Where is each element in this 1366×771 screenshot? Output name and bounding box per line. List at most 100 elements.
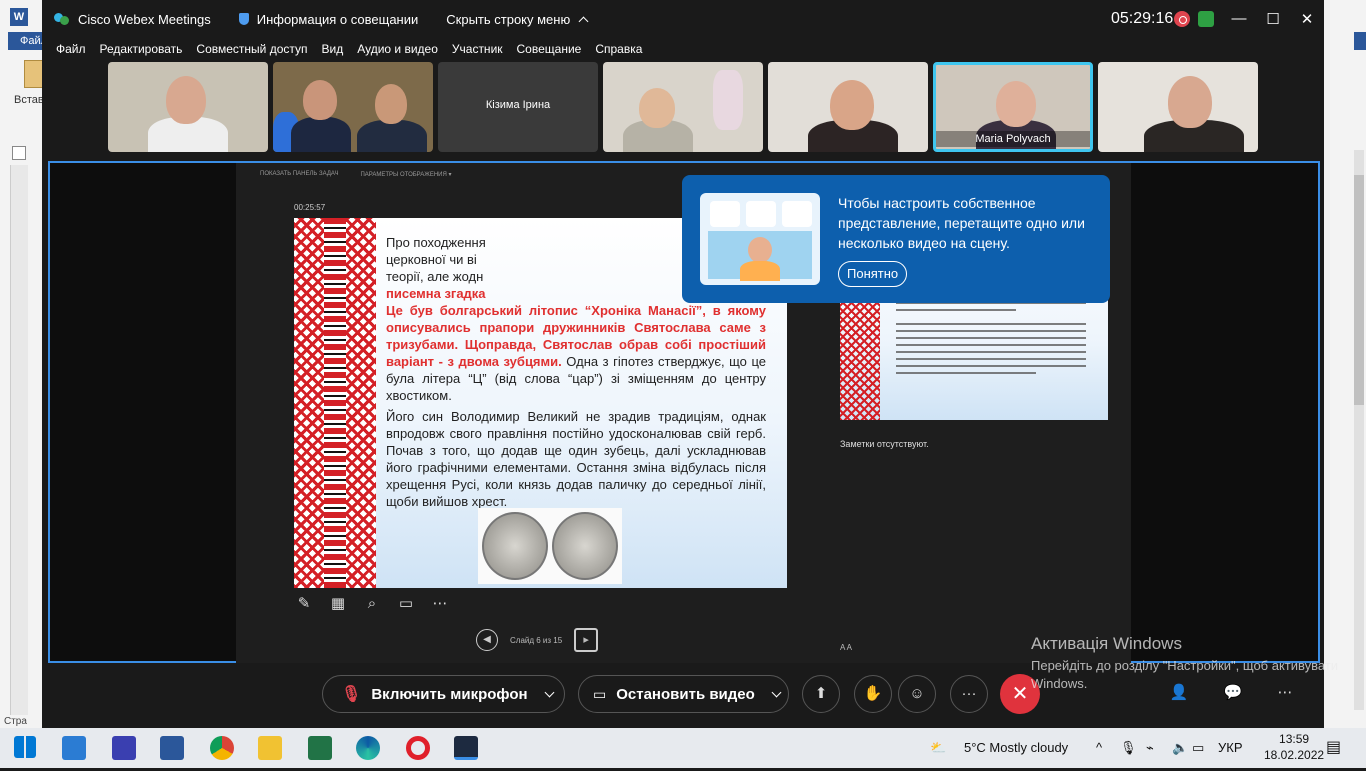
hide-menu-label: Скрыть строку меню [446, 11, 571, 27]
slides-grid-icon[interactable]: ▦ [328, 595, 348, 613]
slide-counter: Слайд 6 из 15 [510, 635, 563, 645]
menu-edit[interactable]: Редактировать [100, 38, 183, 60]
weather-text[interactable]: 5°C Mostly cloudy [964, 728, 1068, 768]
excel-icon[interactable] [308, 736, 332, 760]
meeting-info-label: Информация о совещании [256, 11, 419, 27]
windows-start-icon[interactable] [14, 736, 36, 758]
chevron-up-icon [578, 16, 589, 26]
menu-participant[interactable]: Участник [452, 38, 503, 60]
word-app-icon[interactable] [160, 736, 184, 760]
edge-icon[interactable] [356, 736, 380, 760]
language-indicator[interactable]: УКР [1218, 728, 1243, 768]
meeting-info-button[interactable]: Информация о совещании [238, 11, 419, 27]
menu-share[interactable]: Совместный доступ [196, 38, 307, 60]
next-slide-button[interactable]: ▸ [574, 628, 599, 652]
webex-window: Cisco Webex Meetings Информация о совеща… [42, 0, 1324, 728]
menu-audio-video[interactable]: Аудио и видео [357, 38, 438, 60]
display-settings-button[interactable]: ПАРАМЕТРЫ ОТОБРАЖЕНИЯ ▾ [360, 171, 451, 178]
ribbon-collapse[interactable] [1354, 32, 1366, 50]
video-button[interactable]: ▭ Остановить видео [578, 675, 789, 713]
window-controls: — ☐ ✕ [1222, 10, 1324, 28]
notifications-icon[interactable]: ▤ [1326, 728, 1341, 768]
opera-icon[interactable] [406, 736, 430, 760]
layout-tip-popup: Чтобы настроить собственное представлени… [682, 175, 1110, 303]
battery-icon[interactable]: ▭ [1192, 728, 1204, 768]
mic-muted-icon: 🎙 [341, 686, 362, 703]
pen-icon[interactable]: ✎ [294, 595, 314, 613]
slide-red-text-1: писемна згадка [386, 286, 486, 301]
slide-p1-start: Про походження [386, 235, 486, 250]
participant-name: Maria Polyvach [936, 131, 1090, 147]
coins-image [478, 508, 622, 584]
hide-menu-button[interactable]: Скрыть строку меню [446, 11, 589, 27]
app-name: Cisco Webex Meetings [78, 11, 211, 27]
participant-tile[interactable] [1098, 62, 1258, 152]
mail-icon[interactable] [62, 736, 86, 760]
webex-taskbar-icon[interactable] [454, 736, 478, 760]
font-size-controls[interactable]: A A [840, 643, 852, 652]
notes-text: Заметки отсутствуют. [840, 439, 929, 449]
menu-help[interactable]: Справка [595, 38, 642, 60]
recording-icon[interactable] [1174, 11, 1190, 27]
word-window-left: W Файл Встав Стра [0, 0, 48, 728]
participant-tile[interactable] [273, 62, 433, 152]
screen-icon[interactable]: ▭ [396, 595, 416, 613]
tab-stop-icon[interactable] [12, 146, 26, 160]
tray-date: 18.02.2022 [1264, 748, 1325, 762]
tip-illustration [700, 193, 820, 285]
participant-tile[interactable] [108, 62, 268, 152]
app-title: Cisco Webex Meetings [42, 12, 211, 27]
weather-icon[interactable]: ⛅ [930, 728, 946, 768]
close-button[interactable]: ✕ [1290, 10, 1324, 28]
raise-hand-icon[interactable]: ✋ [854, 675, 892, 713]
zoom-icon[interactable]: ⌕ [362, 595, 382, 613]
tray-clock[interactable]: 13:59 18.02.2022 [1264, 731, 1324, 771]
share-icon[interactable]: ⬆ [802, 675, 840, 713]
tip-message: Чтобы настроить собственное представлени… [838, 195, 1085, 251]
chrome-icon[interactable] [210, 736, 234, 760]
shared-screen: ПОКАЗАТЬ ПАНЕЛЬ ЗАДАЧ ПАРАМЕТРЫ ОТОБРАЖЕ… [236, 163, 1131, 663]
slide-p1-line2: церковної чи ві [386, 252, 477, 267]
participant-tile[interactable] [603, 62, 763, 152]
chevron-down-icon[interactable] [771, 687, 782, 697]
menu-meeting[interactable]: Совещание [517, 38, 582, 60]
vertical-ruler [10, 165, 28, 715]
activation-subtitle: Перейдіть до розділу "Настройки", щоб ак… [1031, 658, 1339, 691]
tray-time: 13:59 [1279, 732, 1310, 746]
minimize-button[interactable]: — [1222, 10, 1256, 28]
network-icon[interactable]: ⌁ [1146, 728, 1154, 768]
save-disk-icon[interactable] [112, 736, 136, 760]
preview-ornament [840, 300, 880, 420]
more-options-icon[interactable]: ⋯ [430, 595, 450, 613]
embroidery-ornament [294, 218, 376, 588]
video-button-label: Остановить видео [616, 685, 755, 703]
presenter-timer: 00:25:57 [294, 203, 326, 212]
maximize-button[interactable]: ☐ [1256, 10, 1290, 28]
chevron-down-icon[interactable] [544, 687, 555, 697]
activation-title: Активація Windows [1031, 634, 1182, 653]
paste-label: Встав [14, 94, 44, 106]
menu-file[interactable]: Файл [56, 38, 86, 60]
participant-tile[interactable] [768, 62, 928, 152]
speaker-icon[interactable]: 🔈 [1172, 728, 1188, 768]
windows-activation-watermark: Активація Windows Перейдіть до розділу "… [1031, 634, 1366, 693]
tip-ok-button[interactable]: Понятно [838, 261, 908, 287]
mic-button-label: Включить микрофон [371, 685, 528, 703]
reactions-icon[interactable]: ☺ [898, 675, 936, 713]
file-explorer-icon[interactable] [258, 736, 282, 760]
network-signal-icon[interactable] [1198, 11, 1214, 27]
windows-taskbar: ⛅ 5°C Mostly cloudy ^ 🎙 ⌁ 🔈 ▭ УКР 13:59 … [0, 728, 1366, 768]
main-stage: ПОКАЗАТЬ ПАНЕЛЬ ЗАДАЧ ПАРАМЕТРЫ ОТОБРАЖЕ… [48, 161, 1320, 663]
word-scrollbar-thumb[interactable] [1354, 175, 1364, 405]
mic-button[interactable]: 🎙 Включить микрофон [322, 675, 565, 713]
coin-trident-icon [552, 512, 618, 580]
tray-chevron-icon[interactable]: ^ [1096, 728, 1102, 768]
participant-tile-active[interactable]: Maria Polyvach [933, 62, 1093, 152]
word-window-right [1318, 0, 1366, 728]
participant-tile[interactable]: Кізима Ірина [438, 62, 598, 152]
show-taskbar-button[interactable]: ПОКАЗАТЬ ПАНЕЛЬ ЗАДАЧ [260, 171, 338, 177]
microphone-tray-icon[interactable]: 🎙 [1120, 728, 1137, 768]
more-options-button[interactable]: ··· [950, 675, 988, 713]
prev-slide-button[interactable]: ◀ [476, 629, 498, 651]
menu-view[interactable]: Вид [322, 38, 344, 60]
